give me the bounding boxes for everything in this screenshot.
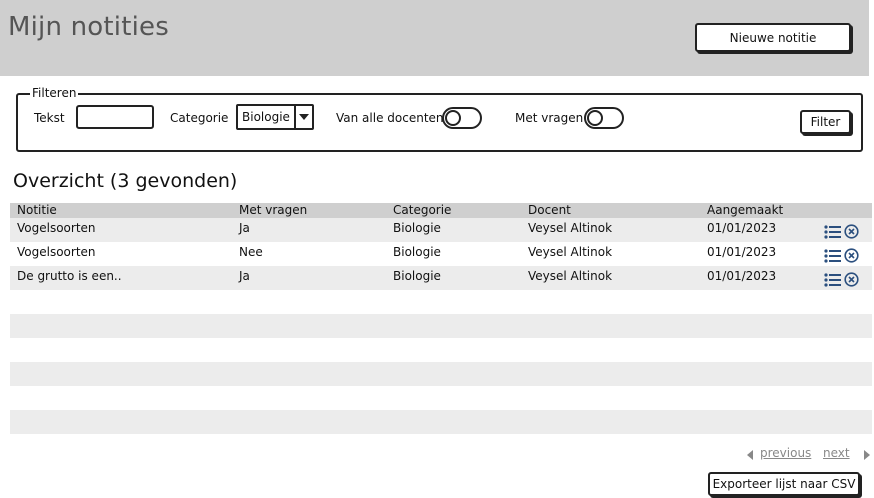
- notes-table: Notitie Met vragen Categorie Docent Aang…: [10, 203, 872, 434]
- overview-title: Overzicht (3 gevonden): [13, 170, 238, 192]
- table-row[interactable]: De grutto is een.. Ja Biologie Veysel Al…: [10, 266, 872, 290]
- page-header: Mijn notities Nieuwe notitie: [0, 0, 869, 76]
- close-circle-icon[interactable]: [844, 272, 859, 287]
- cell-teacher: Veysel Altinok: [528, 269, 613, 283]
- table-row[interactable]: Vogelsoorten Nee Biologie Veysel Altinok…: [10, 242, 872, 266]
- filter-button[interactable]: Filter: [800, 110, 851, 134]
- cell-with-questions: Ja: [239, 221, 250, 235]
- empty-row: [10, 338, 872, 362]
- close-circle-icon[interactable]: [844, 224, 859, 239]
- category-select-value: Biologie: [242, 110, 290, 124]
- empty-row: [10, 362, 872, 386]
- row-actions: [824, 272, 859, 287]
- text-filter-input[interactable]: [76, 105, 154, 129]
- new-note-button[interactable]: Nieuwe notitie: [695, 23, 851, 52]
- column-header-category: Categorie: [393, 203, 452, 217]
- empty-row: [10, 314, 872, 338]
- empty-row: [10, 386, 872, 410]
- column-header-note: Notitie: [17, 203, 57, 217]
- cell-teacher: Veysel Altinok: [528, 221, 613, 235]
- table-row[interactable]: Vogelsoorten Ja Biologie Veysel Altinok …: [10, 218, 872, 242]
- previous-arrow-icon[interactable]: [747, 450, 753, 460]
- next-link[interactable]: next: [823, 446, 850, 460]
- next-arrow-icon[interactable]: [864, 450, 870, 460]
- cell-teacher: Veysel Altinok: [528, 245, 613, 259]
- list-icon[interactable]: [824, 248, 841, 263]
- toggle-knob: [587, 110, 603, 126]
- cell-with-questions: Ja: [239, 269, 250, 283]
- cell-category: Biologie: [393, 269, 441, 283]
- cell-with-questions: Nee: [239, 245, 263, 259]
- row-actions: [824, 224, 859, 239]
- close-circle-icon[interactable]: [844, 248, 859, 263]
- filter-panel: Filteren Tekst Categorie Biologie Van al…: [16, 86, 863, 152]
- column-header-teacher: Docent: [528, 203, 571, 217]
- cell-note: De grutto is een..: [17, 269, 122, 283]
- with-questions-toggle[interactable]: [584, 107, 624, 129]
- cell-category: Biologie: [393, 245, 441, 259]
- export-csv-button[interactable]: Exporteer lijst naar CSV: [708, 472, 860, 496]
- toggle-knob: [445, 110, 461, 126]
- page-title: Mijn notities: [8, 12, 169, 42]
- all-teachers-toggle[interactable]: [442, 107, 482, 129]
- all-teachers-label: Van alle docenten: [336, 111, 444, 125]
- table-header: Notitie Met vragen Categorie Docent Aang…: [10, 203, 872, 218]
- empty-row: [10, 290, 872, 314]
- column-header-with-questions: Met vragen: [239, 203, 308, 217]
- previous-link[interactable]: previous: [760, 446, 811, 460]
- cell-created: 01/01/2023: [707, 221, 777, 235]
- row-actions: [824, 248, 859, 263]
- category-filter-label: Categorie: [170, 111, 229, 125]
- text-filter-label: Tekst: [34, 111, 65, 125]
- cell-note: Vogelsoorten: [17, 245, 96, 259]
- category-select[interactable]: Biologie: [236, 104, 314, 130]
- filter-legend: Filteren: [30, 86, 79, 100]
- list-icon[interactable]: [824, 224, 841, 239]
- empty-row: [10, 410, 872, 434]
- cell-created: 01/01/2023: [707, 269, 777, 283]
- with-questions-label: Met vragen: [515, 111, 584, 125]
- chevron-down-icon[interactable]: [294, 106, 312, 128]
- column-header-created: Aangemaakt: [707, 203, 784, 217]
- cell-category: Biologie: [393, 221, 441, 235]
- list-icon[interactable]: [824, 272, 841, 287]
- cell-created: 01/01/2023: [707, 245, 777, 259]
- cell-note: Vogelsoorten: [17, 221, 96, 235]
